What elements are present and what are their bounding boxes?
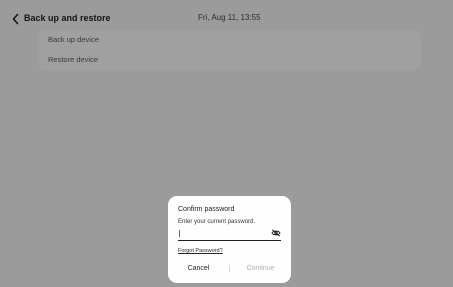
cancel-button[interactable]: Cancel	[168, 262, 229, 275]
password-input[interactable]	[178, 228, 281, 241]
menu-item-backup-device[interactable]: Back up device	[38, 30, 421, 50]
eye-off-icon	[271, 229, 281, 237]
menu-item-label: Back up device	[48, 35, 99, 44]
menu-card: Back up device Restore device	[38, 30, 421, 70]
chevron-left-icon	[12, 13, 19, 25]
toggle-password-visibility-button[interactable]	[271, 229, 281, 237]
dialog-title: Confirm password	[178, 206, 235, 213]
dialog-subtitle: Enter your current password.	[178, 219, 256, 225]
menu-item-restore-device[interactable]: Restore device	[38, 50, 421, 70]
status-datetime: Fri, Aug 11, 13:55	[198, 13, 261, 22]
text-cursor	[179, 230, 180, 237]
back-button[interactable]	[10, 12, 22, 26]
page-title: Back up and restore	[24, 13, 111, 23]
forgot-password-link[interactable]: Forgot Password?	[178, 248, 223, 254]
continue-button[interactable]: Continue	[230, 262, 291, 275]
confirm-password-dialog: Confirm password Enter your current pass…	[168, 196, 291, 283]
dialog-buttons: Cancel Continue	[168, 262, 291, 275]
screen: Back up and restore Fri, Aug 11, 13:55 B…	[0, 0, 453, 287]
menu-item-label: Restore device	[48, 55, 99, 64]
